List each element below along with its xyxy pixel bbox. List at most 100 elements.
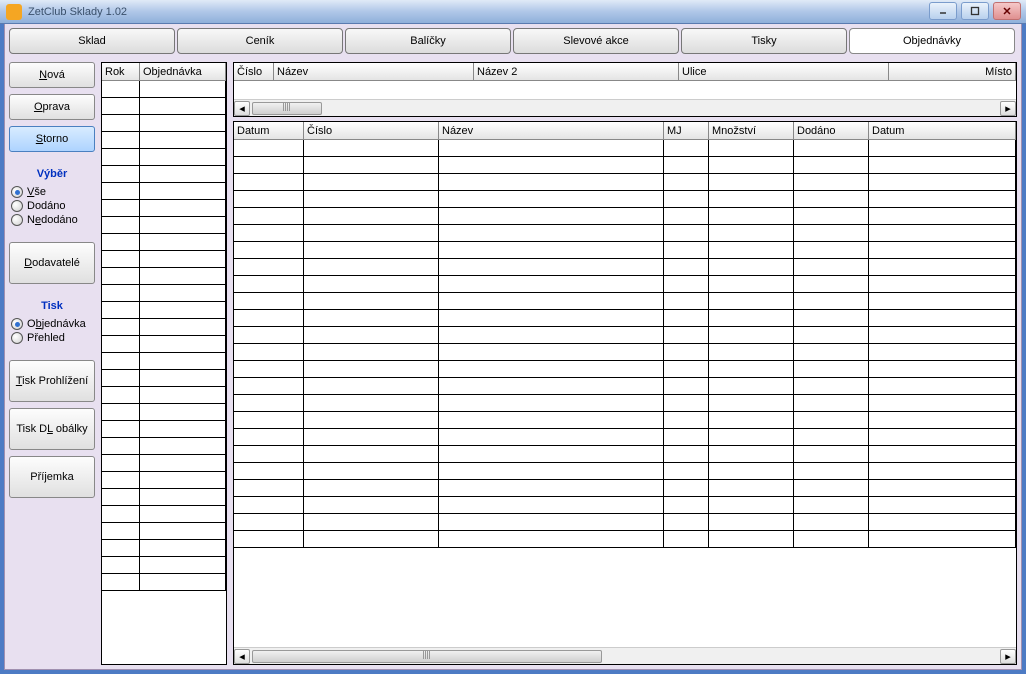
orders-grid[interactable]: Rok Objednávka	[101, 62, 227, 665]
items-grid[interactable]: Datum Číslo Název MJ Množství Dodáno Dat…	[233, 121, 1017, 665]
table-row[interactable]	[102, 81, 226, 98]
minimize-button[interactable]	[929, 2, 957, 20]
table-row[interactable]	[102, 302, 226, 319]
table-row[interactable]	[234, 480, 1016, 497]
col-objednavka[interactable]: Objednávka	[140, 63, 226, 80]
receipt-button[interactable]: Příjemka	[9, 456, 95, 498]
table-row[interactable]	[234, 242, 1016, 259]
table-row[interactable]	[102, 353, 226, 370]
table-row[interactable]	[102, 421, 226, 438]
table-row[interactable]	[234, 327, 1016, 344]
table-row[interactable]	[102, 557, 226, 574]
table-row[interactable]	[102, 319, 226, 336]
scroll-left-icon[interactable]: ◂	[234, 649, 250, 664]
radio-print-order[interactable]: Objednávka	[11, 318, 95, 330]
radio-delivered[interactable]: Dodáno	[11, 200, 95, 212]
table-row[interactable]	[234, 446, 1016, 463]
tab-sklad[interactable]: Sklad	[9, 28, 175, 54]
table-row[interactable]	[102, 540, 226, 557]
table-row[interactable]	[102, 183, 226, 200]
table-row[interactable]	[234, 344, 1016, 361]
table-row[interactable]	[102, 574, 226, 591]
tab-balicky[interactable]: Balíčky	[345, 28, 511, 54]
table-row[interactable]	[234, 191, 1016, 208]
table-row[interactable]	[234, 293, 1016, 310]
table-row[interactable]	[234, 225, 1016, 242]
table-row[interactable]	[102, 200, 226, 217]
table-row[interactable]	[234, 361, 1016, 378]
table-row[interactable]	[102, 132, 226, 149]
table-row[interactable]	[234, 157, 1016, 174]
table-row[interactable]	[102, 268, 226, 285]
table-row[interactable]	[234, 497, 1016, 514]
supplier-grid-body[interactable]	[234, 81, 1016, 99]
edit-button[interactable]: Oprava	[9, 94, 95, 120]
tab-cenik[interactable]: Ceník	[177, 28, 343, 54]
table-row[interactable]	[102, 251, 226, 268]
table-row[interactable]	[102, 149, 226, 166]
table-row[interactable]	[102, 387, 226, 404]
table-row[interactable]	[102, 472, 226, 489]
item-col-dodano[interactable]: Dodáno	[794, 122, 869, 139]
table-row[interactable]	[234, 412, 1016, 429]
new-button[interactable]: Nová	[9, 62, 95, 88]
item-col-datum2[interactable]: Datum	[869, 122, 1016, 139]
table-row[interactable]	[102, 404, 226, 421]
table-row[interactable]	[102, 217, 226, 234]
table-row[interactable]	[234, 514, 1016, 531]
table-row[interactable]	[102, 234, 226, 251]
table-row[interactable]	[234, 531, 1016, 548]
item-col-datum1[interactable]: Datum	[234, 122, 304, 139]
suppliers-button[interactable]: Dodavatelé	[9, 242, 95, 284]
table-row[interactable]	[102, 115, 226, 132]
scroll-right-icon[interactable]: ▸	[1000, 649, 1016, 664]
item-col-nazev[interactable]: Název	[439, 122, 664, 139]
supplier-grid[interactable]: Číslo Název Název 2 Ulice Místo ◂ ▸	[233, 62, 1017, 117]
scroll-left-icon[interactable]: ◂	[234, 101, 250, 116]
scroll-right-icon[interactable]: ▸	[1000, 101, 1016, 116]
table-row[interactable]	[234, 378, 1016, 395]
radio-notdelivered[interactable]: Nedodáno	[11, 214, 95, 226]
table-row[interactable]	[102, 98, 226, 115]
print-dl-button[interactable]: Tisk DL obálky	[9, 408, 95, 450]
item-col-mnozstvi[interactable]: Množství	[709, 122, 794, 139]
table-row[interactable]	[102, 370, 226, 387]
items-grid-body[interactable]	[234, 140, 1016, 647]
radio-print-summary[interactable]: Přehled	[11, 332, 95, 344]
col-rok[interactable]: Rok	[102, 63, 140, 80]
table-row[interactable]	[102, 489, 226, 506]
scroll-thumb[interactable]	[252, 102, 322, 115]
table-row[interactable]	[234, 208, 1016, 225]
radio-all[interactable]: Vše	[11, 186, 95, 198]
sup-col-nazev2[interactable]: Název 2	[474, 63, 679, 80]
tab-tisky[interactable]: Tisky	[681, 28, 847, 54]
table-row[interactable]	[234, 174, 1016, 191]
orders-grid-body[interactable]	[102, 81, 226, 664]
table-row[interactable]	[102, 336, 226, 353]
table-row[interactable]	[102, 166, 226, 183]
scroll-thumb[interactable]	[252, 650, 602, 663]
table-row[interactable]	[102, 506, 226, 523]
sup-col-misto[interactable]: Místo	[889, 63, 1016, 80]
close-button[interactable]	[993, 2, 1021, 20]
table-row[interactable]	[234, 276, 1016, 293]
table-row[interactable]	[102, 285, 226, 302]
table-row[interactable]	[234, 310, 1016, 327]
table-row[interactable]	[234, 140, 1016, 157]
table-row[interactable]	[234, 463, 1016, 480]
table-row[interactable]	[102, 523, 226, 540]
item-col-cislo[interactable]: Číslo	[304, 122, 439, 139]
maximize-button[interactable]	[961, 2, 989, 20]
table-row[interactable]	[234, 429, 1016, 446]
sup-col-cislo[interactable]: Číslo	[234, 63, 274, 80]
table-row[interactable]	[234, 259, 1016, 276]
table-row[interactable]	[102, 438, 226, 455]
tab-objednavky[interactable]: Objednávky	[849, 28, 1015, 54]
table-row[interactable]	[102, 455, 226, 472]
item-col-mj[interactable]: MJ	[664, 122, 709, 139]
table-row[interactable]	[234, 395, 1016, 412]
sup-col-ulice[interactable]: Ulice	[679, 63, 889, 80]
storno-button[interactable]: Storno	[9, 126, 95, 152]
sup-col-nazev[interactable]: Název	[274, 63, 474, 80]
supplier-hscroll[interactable]: ◂ ▸	[234, 99, 1016, 116]
